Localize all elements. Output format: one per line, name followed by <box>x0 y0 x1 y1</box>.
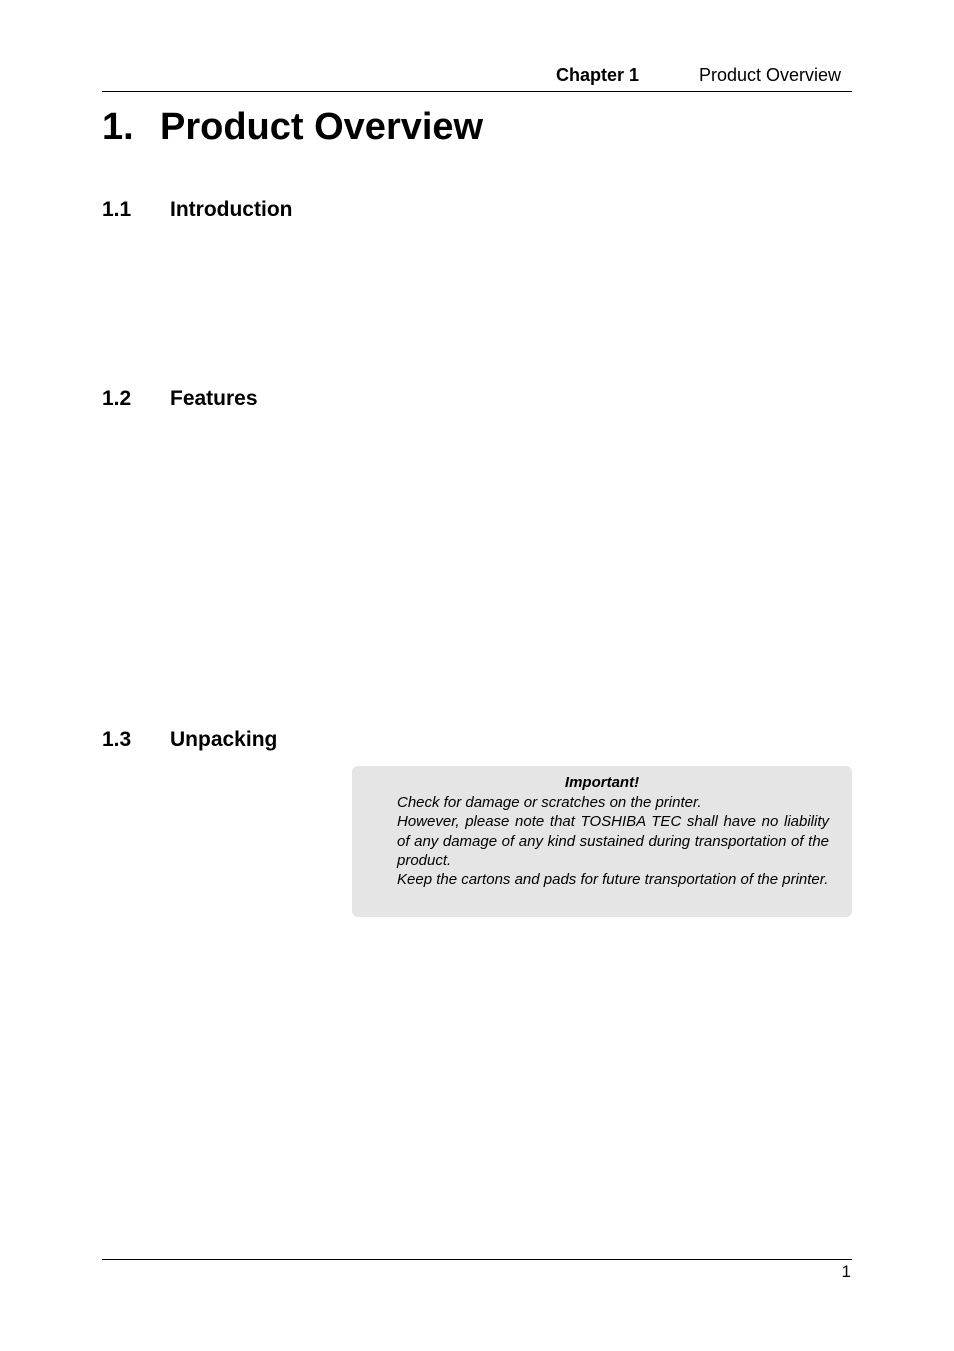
header-chapter-label: Chapter 1 <box>556 65 640 85</box>
section-heading-introduction: 1.1 Introduction <box>102 198 292 222</box>
important-note-title: Important! <box>564 774 640 791</box>
page-title-text: Product Overview <box>160 106 484 148</box>
section-heading-unpacking: 1.3 Unpacking <box>102 728 277 752</box>
section-number: 1.3 <box>102 728 132 751</box>
important-note-paragraph: Keep the cartons and pads for future tra… <box>397 871 829 889</box>
page-number: 1 <box>841 1262 851 1281</box>
important-note-paragraph: However, please note that TOSHIBA TEC sh… <box>397 813 829 869</box>
header-chapter-title: Product Overview <box>699 65 842 85</box>
section-number: 1.2 <box>102 387 132 410</box>
page-title-number: 1. <box>102 106 134 148</box>
section-number: 1.1 <box>102 198 132 221</box>
section-title: Introduction <box>170 198 293 221</box>
important-note-paragraph: Check for damage or scratches on the pri… <box>397 794 702 811</box>
section-title: Features <box>170 387 258 410</box>
header-divider <box>102 91 852 92</box>
footer-divider <box>102 1259 852 1260</box>
important-note-body: Check for damage or scratches on the pri… <box>397 793 829 889</box>
section-heading-features: 1.2 Features <box>102 387 258 411</box>
page-title: 1. Product Overview <box>102 106 483 149</box>
section-title: Unpacking <box>170 728 278 751</box>
important-note-box: Important! Check for damage or scratches… <box>352 766 852 917</box>
